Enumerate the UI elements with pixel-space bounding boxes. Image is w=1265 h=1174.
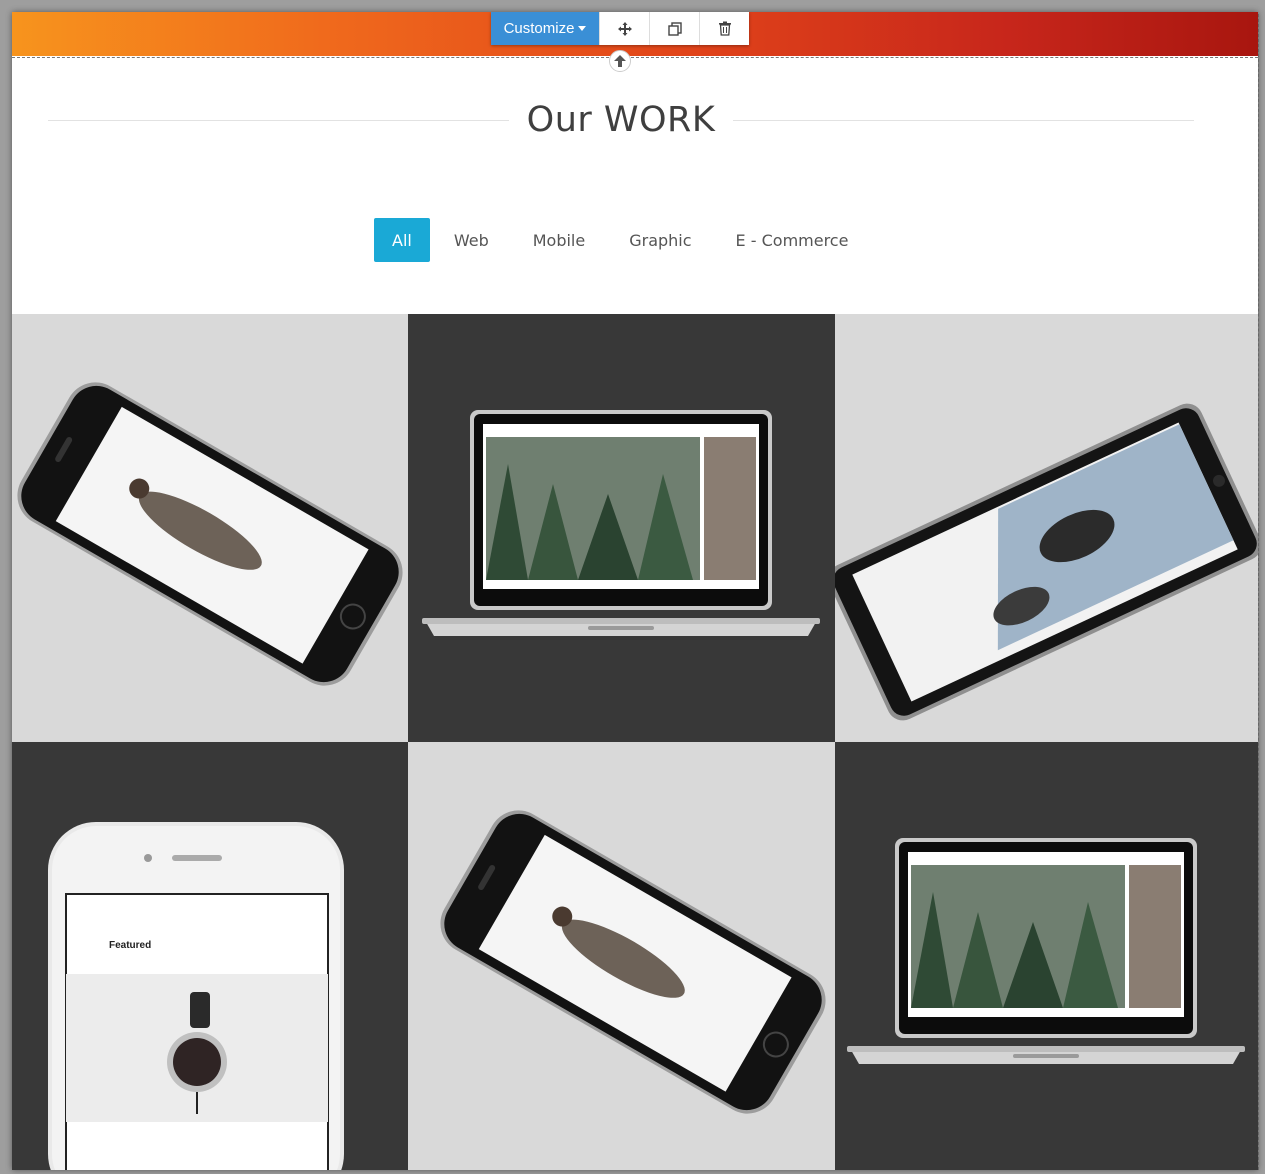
arrow-up-icon [614, 55, 626, 67]
trash-icon [718, 21, 731, 36]
featured-label: Featured [109, 940, 152, 951]
filter-web[interactable]: Web [442, 218, 501, 262]
move-up-button[interactable] [609, 50, 631, 72]
customize-label: Customize [503, 20, 575, 37]
portfolio-grid: Featured [12, 314, 1258, 1170]
filter-all[interactable]: All [374, 218, 430, 262]
portfolio-item[interactable] [835, 742, 1258, 1170]
portfolio-filter-tabs: All Web Mobile Graphic E - Commerce [374, 218, 880, 262]
heading-rule-left [48, 119, 509, 121]
section-toolbar: Customize [491, 12, 749, 45]
phone-portrait-mockup-image [48, 822, 344, 1170]
filter-mobile[interactable]: Mobile [521, 218, 597, 262]
portfolio-item[interactable]: Featured [12, 742, 408, 1170]
delete-button[interactable] [699, 12, 749, 45]
page-canvas: Customize Our WORK All Web Mobile Graphi… [12, 12, 1258, 1170]
duplicate-button[interactable] [649, 12, 699, 45]
portfolio-item[interactable] [408, 742, 835, 1170]
page-title: Our WORK [526, 100, 716, 140]
phone-mockup-image [440, 810, 826, 1114]
portfolio-item[interactable] [835, 314, 1258, 742]
customize-button[interactable]: Customize [491, 12, 599, 45]
tablet-mockup-image [835, 403, 1258, 721]
filter-ecommerce[interactable]: E - Commerce [724, 218, 861, 262]
laptop-mockup-image [422, 410, 820, 636]
laptop-mockup-image [847, 838, 1245, 1064]
caret-down-icon [578, 26, 587, 31]
section-heading: Our WORK [48, 92, 1194, 148]
filter-graphic[interactable]: Graphic [617, 218, 703, 262]
portfolio-item[interactable] [408, 314, 835, 742]
phone-mockup-image [17, 382, 403, 686]
move-button[interactable] [599, 12, 649, 45]
canvas-edge-guide [1258, 14, 1259, 1170]
heading-rule-right [733, 119, 1194, 121]
move-arrows-icon [617, 21, 632, 36]
portfolio-item[interactable] [12, 314, 408, 742]
section-boundary [12, 57, 1258, 58]
duplicate-icon [667, 21, 682, 36]
